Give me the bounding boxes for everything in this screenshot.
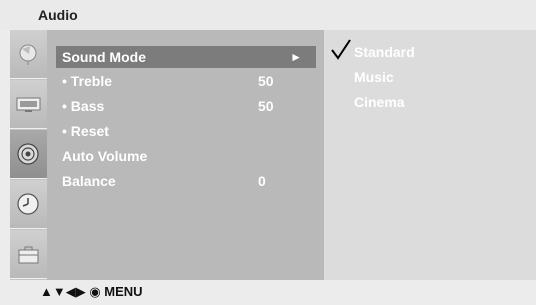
sound-mode-options: Standard Music Cinema — [324, 30, 536, 280]
menu-item-treble[interactable]: • Treble 50 — [56, 70, 316, 92]
menu-list: Sound Mode ► • Treble 50 • Bass 50 • Res… — [47, 30, 324, 280]
station-icon — [19, 44, 37, 65]
audio-speaker-icon — [17, 143, 39, 165]
menu-item-label: • Treble — [62, 73, 113, 89]
navigation-help-bar: ▲▼◀▶ ◉ MENU — [0, 280, 536, 305]
option-music[interactable]: Music — [354, 69, 394, 85]
menu-item-label: • Bass — [62, 98, 105, 114]
menu-item-sound-mode[interactable]: Sound Mode ► — [56, 46, 316, 68]
category-icon-column — [10, 30, 47, 280]
menu-item-value: 50 — [258, 73, 274, 89]
time-clock-icon — [17, 193, 39, 215]
category-audio[interactable] — [10, 130, 47, 179]
category-picture[interactable] — [10, 80, 47, 129]
menu-item-auto-volume[interactable]: Auto Volume — [56, 145, 316, 167]
menu-item-bass[interactable]: • Bass 50 — [56, 95, 316, 117]
picture-icon — [16, 97, 41, 112]
option-cinema[interactable]: Cinema — [354, 94, 405, 110]
menu-item-value: 50 — [258, 98, 274, 114]
category-special[interactable] — [10, 230, 47, 279]
category-station[interactable] — [10, 30, 47, 79]
menu-item-label: Auto Volume — [62, 148, 148, 164]
menu-item-label: Sound Mode — [62, 49, 146, 65]
navigation-keys-hint: ▲▼◀▶ ◉ MENU — [40, 284, 143, 299]
menu-item-reset[interactable]: • Reset — [56, 120, 316, 142]
option-label: Music — [354, 69, 394, 85]
submenu-arrow-icon: ► — [290, 50, 302, 64]
menu-item-label: • Reset — [62, 123, 109, 139]
category-time[interactable] — [10, 180, 47, 229]
option-label: Standard — [354, 44, 415, 60]
checkmark-icon — [331, 39, 351, 60]
title-bar: Audio — [0, 0, 536, 30]
osd-screen: Audio Sound Mode ► • Treble 50 • Bass 50… — [0, 0, 536, 305]
menu-item-label: Balance — [62, 173, 116, 189]
menu-title: Audio — [38, 7, 78, 23]
special-toolbox-icon — [18, 246, 39, 264]
option-label: Cinema — [354, 94, 405, 110]
menu-item-balance[interactable]: Balance 0 — [56, 170, 316, 192]
menu-item-value: 0 — [258, 173, 266, 189]
option-standard[interactable]: Standard — [354, 44, 415, 60]
